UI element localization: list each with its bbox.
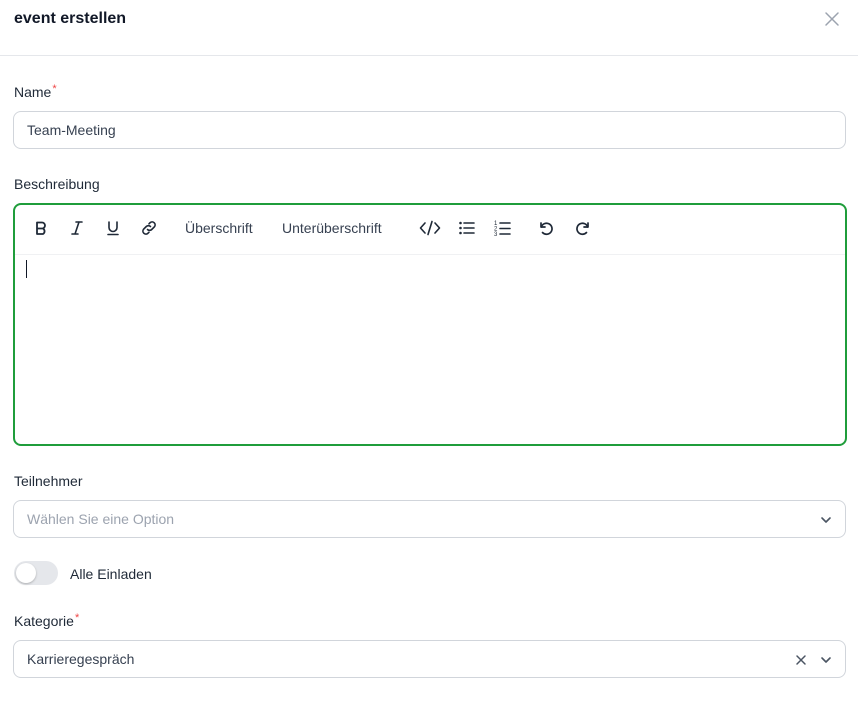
beschreibung-editor[interactable]: Überschrift Unterüberschrift 123 <box>13 203 847 446</box>
dialog-header: event erstellen <box>0 0 858 56</box>
kategorie-value: Karrieregespräch <box>27 651 135 667</box>
bullet-list-button[interactable] <box>456 217 478 239</box>
italic-icon <box>71 221 83 235</box>
clear-icon[interactable] <box>794 653 808 667</box>
underline-icon <box>107 221 119 236</box>
close-icon <box>825 12 839 26</box>
dialog-title: event erstellen <box>14 10 127 27</box>
heading-button[interactable]: Überschrift <box>185 217 253 239</box>
editor-toolbar: Überschrift Unterüberschrift 123 <box>15 205 845 255</box>
name-label-text: Name <box>14 84 52 100</box>
text-cursor <box>26 260 27 278</box>
bullet-list-icon <box>459 221 475 235</box>
link-icon <box>142 221 156 235</box>
toggle-knob <box>16 563 36 583</box>
underline-button[interactable] <box>102 217 124 239</box>
alle-einladen-label: Alle Einladen <box>70 566 152 582</box>
redo-button[interactable] <box>572 217 594 239</box>
code-button[interactable] <box>418 217 442 239</box>
undo-button[interactable] <box>535 217 557 239</box>
name-required-mark: * <box>52 83 57 95</box>
svg-text:3: 3 <box>494 232 498 237</box>
name-input[interactable]: Team-Meeting <box>13 111 846 149</box>
teilnehmer-placeholder: Wählen Sie eine Option <box>27 511 175 527</box>
teilnehmer-label: Teilnehmer <box>14 473 83 489</box>
chevron-down-icon <box>819 513 833 527</box>
beschreibung-label: Beschreibung <box>14 176 100 192</box>
link-button[interactable] <box>137 217 161 239</box>
kategorie-label-text: Kategorie <box>14 613 74 629</box>
bold-button[interactable] <box>30 217 52 239</box>
kategorie-required-mark: * <box>74 612 80 624</box>
kategorie-label: Kategorie* <box>14 612 80 629</box>
subheading-button[interactable]: Unterüberschrift <box>282 217 382 239</box>
alle-einladen-toggle[interactable] <box>14 561 58 585</box>
teilnehmer-select[interactable]: Wählen Sie eine Option <box>13 500 846 538</box>
chevron-down-icon[interactable] <box>819 653 833 667</box>
ordered-list-icon: 123 <box>494 221 511 237</box>
kategorie-select[interactable]: Karrieregespräch <box>13 640 846 678</box>
name-input-value: Team-Meeting <box>27 122 116 138</box>
italic-button[interactable] <box>66 217 88 239</box>
undo-icon <box>540 222 553 236</box>
bold-icon <box>36 221 46 235</box>
close-button[interactable] <box>822 9 842 29</box>
name-label: Name* <box>14 83 57 100</box>
redo-icon <box>576 222 589 236</box>
ordered-list-button[interactable]: 123 <box>492 217 514 239</box>
code-icon <box>419 220 441 236</box>
